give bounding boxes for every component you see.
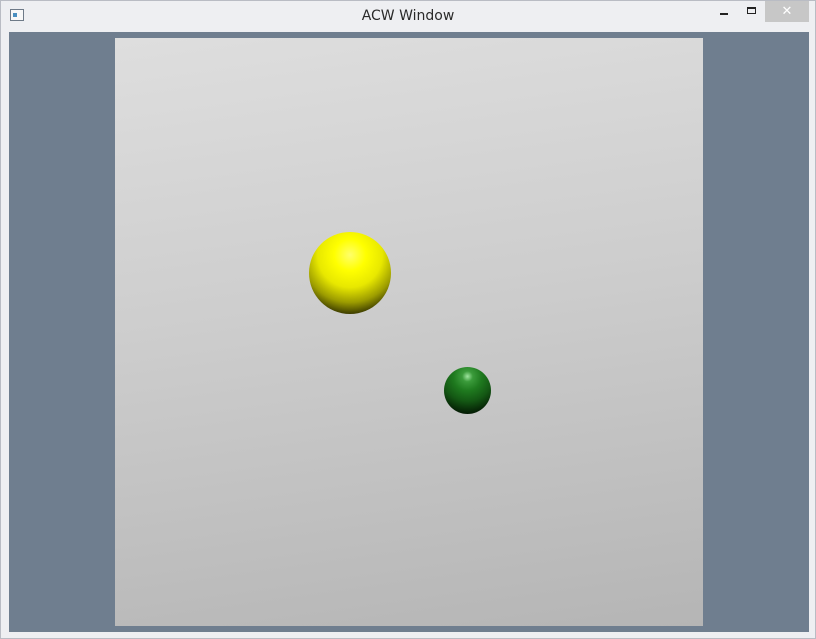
client-area: [9, 32, 809, 632]
title-bar[interactable]: ACW Window ✕: [1, 1, 815, 31]
close-button[interactable]: ✕: [765, 1, 809, 22]
acw-window: ACW Window ✕: [0, 0, 816, 639]
minimize-button[interactable]: [711, 1, 737, 22]
render-viewport[interactable]: [115, 38, 703, 626]
green-sphere: [444, 367, 491, 414]
window-title: ACW Window: [361, 8, 455, 24]
maximize-button[interactable]: [738, 1, 764, 22]
maximize-icon: [747, 7, 756, 14]
yellow-sphere: [309, 232, 391, 314]
close-icon: ✕: [781, 4, 793, 19]
minimize-icon: [720, 13, 728, 15]
